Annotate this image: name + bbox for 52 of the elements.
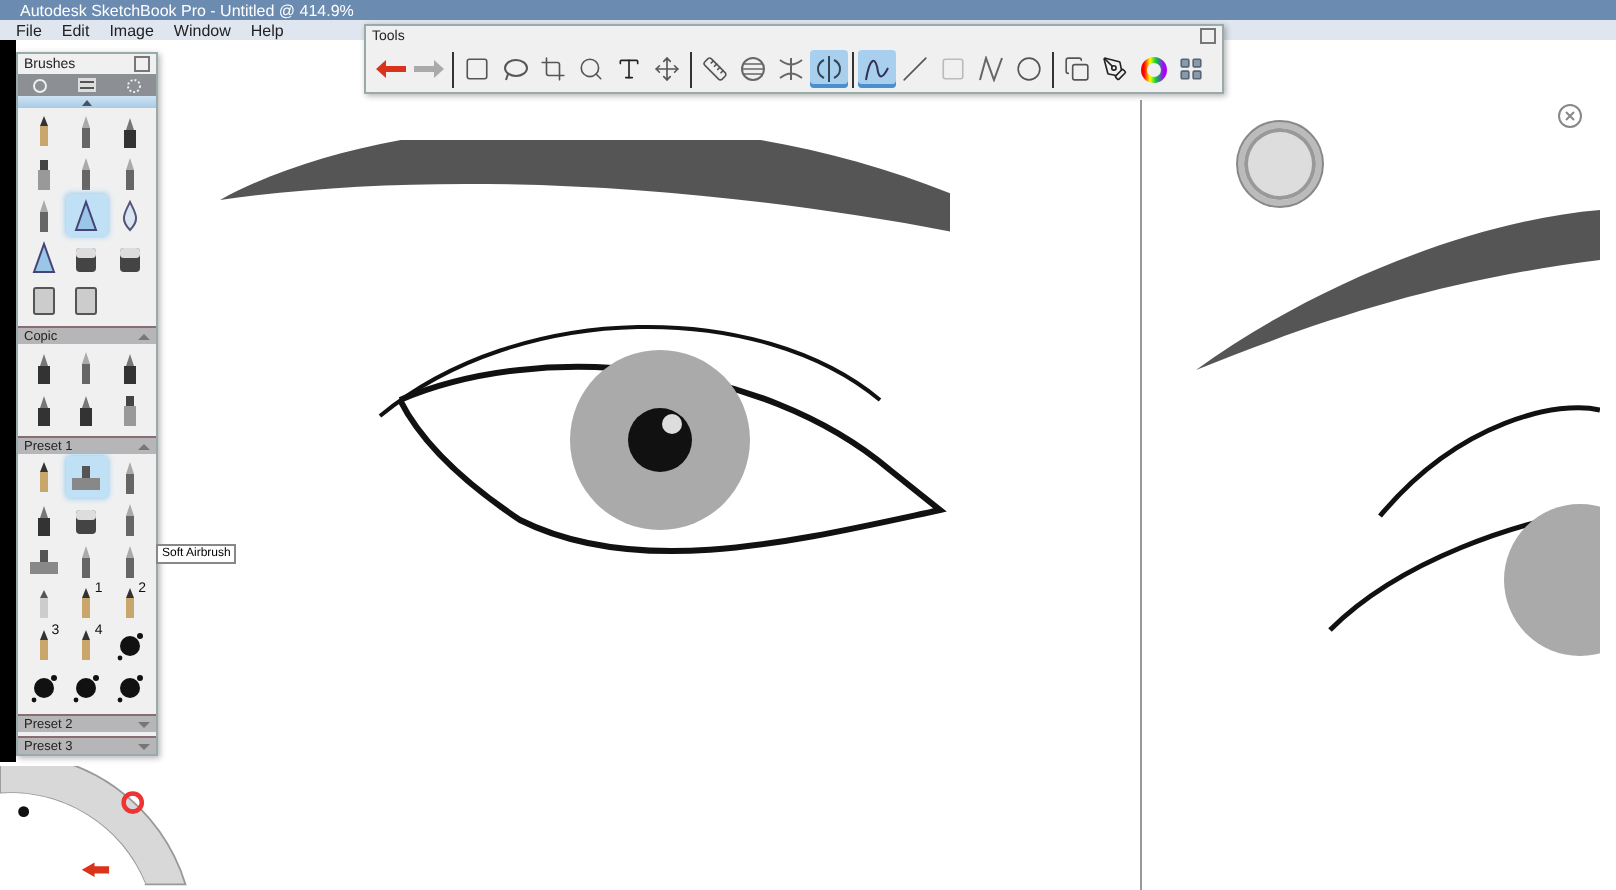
close-icon[interactable] <box>1558 104 1582 128</box>
tool-button[interactable] <box>810 50 848 88</box>
sliders-icon[interactable] <box>77 78 96 92</box>
brush-icon <box>29 239 58 275</box>
rectangle-icon <box>940 56 966 82</box>
chevron-up-icon[interactable] <box>82 99 92 105</box>
chevron-up-icon <box>138 333 150 339</box>
line-icon <box>902 56 928 82</box>
brush-icon <box>72 197 101 233</box>
brush-icon <box>116 669 145 705</box>
menu-item[interactable]: Image <box>109 21 154 39</box>
brush-puck[interactable] <box>1238 122 1322 206</box>
brush-icon <box>29 669 58 705</box>
symmetry-icon <box>816 56 842 82</box>
menu-item[interactable]: Edit <box>61 21 90 39</box>
text-icon <box>616 56 642 82</box>
brush-icon <box>72 669 101 705</box>
brush-icon <box>29 281 58 317</box>
brush-tool[interactable] <box>65 194 109 236</box>
color-wheel-icon <box>1139 55 1167 83</box>
window-title: Autodesk SketchBook Pro - Untitled @ 414.9% <box>20 1 354 19</box>
chevron-up-icon <box>138 443 150 449</box>
arrow-left-icon <box>376 60 406 78</box>
polyline-icon <box>978 56 1004 82</box>
ruler-icon <box>702 56 728 82</box>
brush-icon <box>1102 56 1128 82</box>
tool-button[interactable] <box>858 50 896 88</box>
close-button[interactable] <box>1200 28 1216 44</box>
menu-item[interactable]: File <box>16 21 42 39</box>
gear-icon[interactable] <box>32 77 49 93</box>
brush-icon <box>116 627 145 663</box>
rectangle-select-icon <box>464 56 490 82</box>
circle-icon <box>1016 56 1042 82</box>
brush-icon <box>72 281 101 317</box>
ellipse-guide-icon <box>740 56 766 82</box>
airbrush-icon <box>72 465 101 489</box>
menu-item[interactable]: Window <box>173 21 231 39</box>
search-icon <box>578 56 604 82</box>
arrow-right-icon <box>414 60 444 78</box>
menu-item[interactable]: Help <box>250 21 284 39</box>
french-curve-icon <box>778 56 804 82</box>
chevron-down-icon <box>138 743 150 749</box>
swatches-icon <box>1178 56 1204 82</box>
dotted-circle-icon[interactable] <box>125 77 142 93</box>
close-button[interactable] <box>134 56 150 72</box>
airbrush-icon <box>29 549 58 573</box>
move-icon <box>654 56 680 82</box>
chevron-down-icon <box>138 721 150 727</box>
lasso-icon <box>502 57 528 81</box>
copy-icon <box>1064 56 1090 82</box>
curve-icon <box>864 56 890 82</box>
crop-icon <box>540 56 566 82</box>
